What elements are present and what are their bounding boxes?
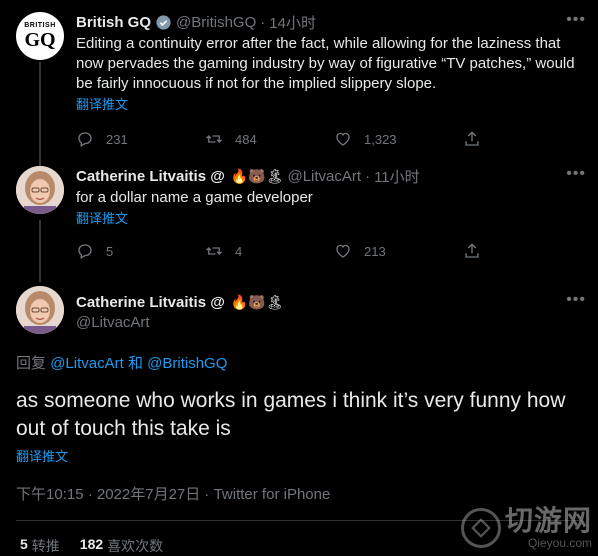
- share-icon: [465, 131, 479, 146]
- share-icon: [465, 243, 479, 258]
- watermark-logo-icon: [460, 508, 501, 548]
- like-count: 1,323: [364, 131, 397, 147]
- avatar-portrait-icon: [16, 166, 64, 214]
- tweet-catherine-1[interactable]: Catherine Litvaitis @ 🔥🐻🏝 @LitvacArt · 1…: [0, 166, 598, 282]
- retweet-button[interactable]: 484: [205, 130, 295, 148]
- share-button[interactable]: [463, 130, 493, 148]
- author-name[interactable]: Catherine Litvaitis @: [76, 168, 225, 185]
- tweet-text: for a dollar name a game developer: [76, 189, 313, 206]
- name-emojis: 🔥🐻🏝: [230, 167, 284, 184]
- reply-count: 5: [106, 243, 114, 259]
- author-name[interactable]: Catherine Litvaitis @: [76, 294, 225, 311]
- avatar[interactable]: [16, 166, 64, 214]
- avatar[interactable]: BRITISH GQ: [16, 12, 64, 60]
- like-total[interactable]: 182: [80, 536, 103, 556]
- verified-icon: [156, 14, 171, 30]
- author-handle[interactable]: @LitvacArt: [287, 168, 361, 185]
- translate-link[interactable]: 翻译推文: [76, 97, 582, 113]
- tweet-text: Editing a continuity error after the fac…: [76, 35, 575, 92]
- retweet-total[interactable]: 5: [20, 536, 28, 556]
- reply-mention-2[interactable]: @BritishGQ: [147, 355, 227, 372]
- reply-and: 和: [127, 355, 143, 372]
- author-name[interactable]: British GQ: [76, 14, 151, 31]
- translate-link[interactable]: 翻译推文: [16, 449, 582, 465]
- retweet-label[interactable]: 转推: [32, 536, 60, 556]
- tweet-british-gq[interactable]: BRITISH GQ British GQ @BritishGQ · 14小时 …: [0, 0, 598, 166]
- retweet-count: 4: [235, 243, 243, 259]
- avatar-logo-bottom: GQ: [24, 29, 56, 51]
- retweet-button[interactable]: 4: [205, 242, 295, 260]
- tweet-timestamp[interactable]: 下午10:15 · 2022年7月27日 · Twitter for iPhon…: [16, 483, 582, 504]
- reply-button[interactable]: 5: [76, 242, 166, 260]
- name-emojis: 🔥🐻🏝: [230, 293, 284, 310]
- more-icon[interactable]: •••: [566, 292, 586, 308]
- reply-count: 231: [106, 131, 128, 147]
- separator-dot: ·: [260, 13, 266, 31]
- reply-icon: [78, 244, 92, 259]
- separator-dot: ·: [365, 167, 371, 185]
- like-button[interactable]: 1,323: [334, 130, 424, 148]
- avatar[interactable]: [16, 286, 64, 334]
- share-button[interactable]: [463, 242, 493, 260]
- reply-button[interactable]: 231: [76, 130, 166, 148]
- like-count: 213: [364, 243, 386, 259]
- author-handle[interactable]: @BritishGQ: [176, 14, 256, 31]
- tweet-actions: 5 4 213: [76, 241, 501, 261]
- watermark-text: 切游网: [504, 505, 592, 536]
- reply-context: 回复 @LitvacArt 和 @BritishGQ: [16, 352, 582, 373]
- retweet-count: 484: [235, 131, 257, 147]
- tweet-actions: 231 484 1,323: [76, 129, 501, 149]
- watermark-sub: Qieyou.com: [527, 536, 592, 550]
- retweet-icon: [206, 135, 222, 143]
- like-label[interactable]: 喜欢次数: [107, 536, 163, 556]
- reply-icon: [78, 132, 92, 147]
- translate-link[interactable]: 翻译推文: [76, 211, 582, 227]
- like-button[interactable]: 213: [334, 242, 424, 260]
- reply-prefix: 回复: [16, 355, 47, 372]
- watermark: 切游网 Qieyou.com: [460, 505, 592, 550]
- retweet-icon: [206, 247, 222, 255]
- author-handle[interactable]: @LitvacArt: [76, 314, 582, 331]
- more-icon[interactable]: •••: [566, 166, 586, 182]
- heart-icon: [336, 132, 350, 146]
- tweet-time[interactable]: 14小时: [269, 12, 316, 33]
- main-tweet-text: as someone who works in games i think it…: [16, 389, 566, 440]
- avatar-portrait-icon: [16, 286, 64, 334]
- more-icon[interactable]: •••: [566, 12, 586, 28]
- reply-mention-1[interactable]: @LitvacArt: [50, 355, 124, 372]
- heart-icon: [336, 244, 350, 258]
- tweet-time[interactable]: 11小时: [374, 166, 420, 187]
